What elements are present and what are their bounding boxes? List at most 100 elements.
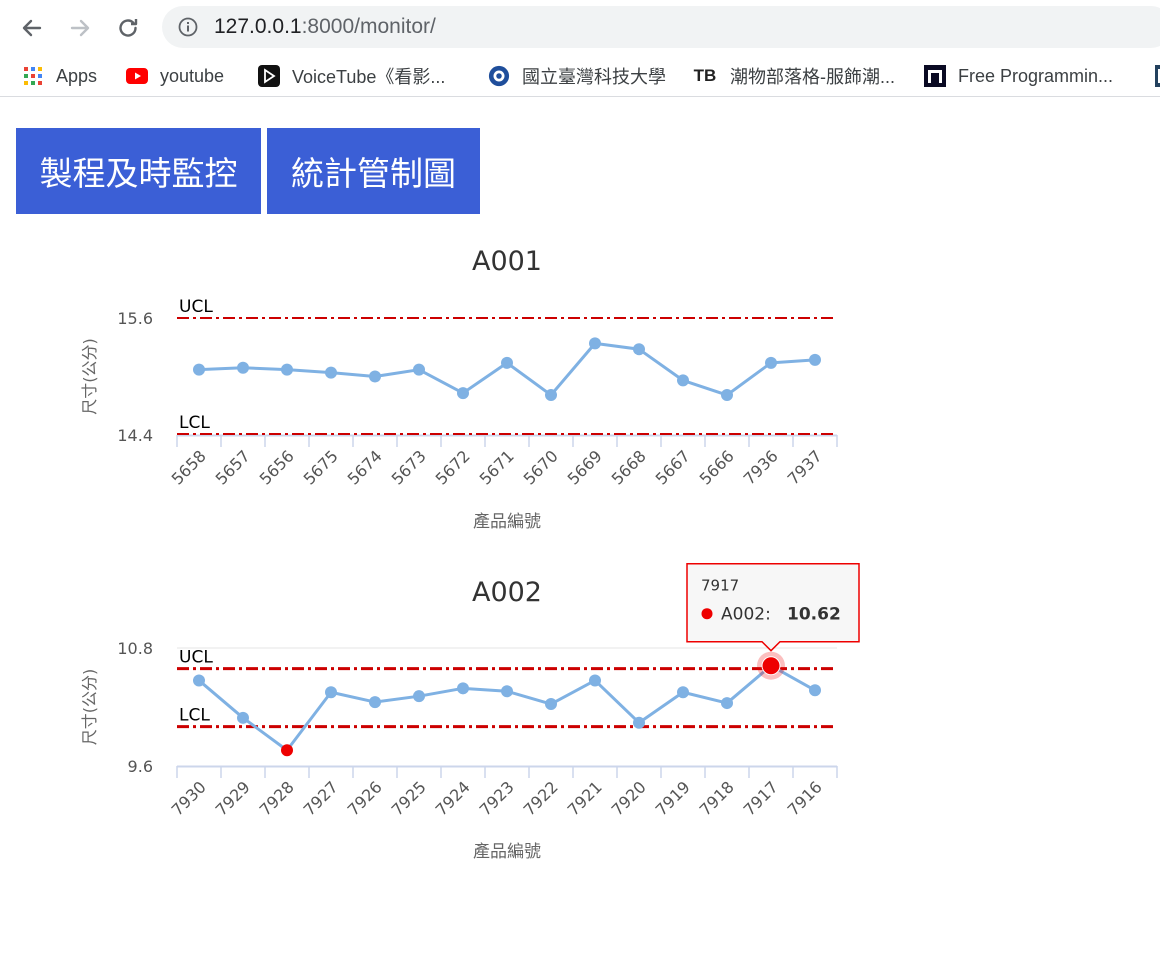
data-point[interactable] — [545, 389, 557, 402]
bookmark-youtube[interactable]: youtube — [126, 64, 224, 88]
data-point[interactable] — [369, 696, 381, 709]
url-text: 127.0.0.1:8000/monitor/ — [214, 15, 436, 39]
address-bar[interactable]: 127.0.0.1:8000/monitor/ — [162, 6, 1160, 48]
data-point[interactable] — [325, 686, 337, 699]
data-point[interactable] — [237, 361, 249, 374]
data-point[interactable] — [721, 697, 733, 710]
tooltip: 7917 A002: 10.62 — [686, 562, 860, 652]
bookmark-overflow[interactable] — [1150, 64, 1160, 88]
bookmark-ntust[interactable]: 國立臺灣科技大學 — [488, 64, 666, 88]
data-point[interactable] — [589, 674, 601, 687]
control-chart-a002: A00210.89.6尺寸(公分)7930 7929 7928 7927 7926 792… — [80, 562, 860, 862]
bookmark-label: 潮物部落格-服飾潮... — [730, 67, 895, 87]
x-tick-label: 5670 — [520, 446, 562, 488]
y-tick-label: 10.8 — [117, 639, 153, 658]
chart-title: A002 — [472, 577, 542, 608]
data-point[interactable] — [457, 387, 469, 400]
bookmark-voicetube[interactable]: VoiceTube《看影... — [258, 64, 445, 88]
data-point[interactable] — [545, 698, 557, 711]
bookmark-label: youtube — [160, 65, 225, 86]
x-tick-label: 5672 — [432, 446, 474, 488]
info-icon[interactable] — [178, 17, 198, 37]
data-point[interactable] — [501, 356, 513, 369]
data-point[interactable] — [677, 686, 689, 699]
reload-button[interactable] — [112, 12, 144, 44]
data-point[interactable] — [413, 363, 425, 376]
data-point[interactable] — [325, 366, 337, 379]
y-tick-label: 9.6 — [128, 757, 153, 776]
data-point[interactable] — [809, 684, 821, 697]
data-point[interactable] — [237, 711, 249, 724]
x-tick-label: 7928 — [256, 777, 298, 819]
freecodecamp-icon — [924, 65, 946, 87]
y-tick-label: 14.4 — [117, 426, 153, 445]
bookmark-label: Free Programmin... — [958, 65, 1114, 86]
x-tick-label: 7917 — [740, 777, 782, 819]
data-point[interactable] — [809, 353, 821, 366]
data-point[interactable] — [193, 363, 205, 376]
x-tick-label: 7937 — [784, 446, 826, 488]
forward-arrow-icon — [70, 19, 90, 37]
lcl-label: LCL — [179, 413, 210, 433]
x-tick-label: 7927 — [300, 777, 342, 819]
x-tick-label: 5656 — [256, 446, 298, 488]
data-point[interactable] — [677, 374, 689, 387]
tab-control-chart[interactable]: 統計管制圖 — [267, 128, 480, 214]
x-tick-label: 5669 — [564, 446, 606, 488]
control-chart-a001: A00115.614.4尺寸(公分)5658 5657 5656 5675 5674 56… — [80, 246, 838, 532]
y-tick-label: 15.6 — [117, 309, 153, 328]
data-point[interactable] — [633, 716, 645, 729]
y-axis-label: 尺寸(公分) — [80, 669, 99, 746]
bookmark-label: VoiceTube《看影... — [292, 67, 446, 87]
data-point[interactable] — [589, 337, 601, 350]
x-tick-label: 5666 — [696, 446, 738, 488]
youtube-icon — [126, 65, 148, 87]
ucl-label: UCL — [179, 297, 213, 317]
bookmark-tb[interactable]: TB 潮物部落格-服飾潮... — [692, 64, 895, 88]
data-point[interactable] — [501, 685, 513, 698]
x-tick-label: 5673 — [388, 446, 430, 488]
data-point[interactable] — [457, 682, 469, 695]
back-arrow-icon — [22, 19, 42, 37]
reload-icon — [119, 19, 138, 37]
data-point-hover[interactable] — [761, 656, 781, 676]
x-tick-label: 5657 — [212, 446, 254, 488]
x-tick-label: 5671 — [476, 446, 518, 488]
x-tick-label: 7916 — [784, 777, 826, 819]
data-point[interactable] — [369, 370, 381, 383]
tab-realtime-monitor[interactable]: 製程及時監控 — [16, 128, 261, 214]
x-tick-label: 7918 — [696, 777, 738, 819]
data-point-alarm[interactable] — [281, 744, 293, 757]
x-tick-label: 5674 — [344, 446, 386, 488]
bookmark-freecodecamp[interactable]: Free Programmin... — [924, 64, 1113, 88]
data-point[interactable] — [633, 343, 645, 356]
bookmarks-bar: Apps youtube VoiceTube《看影... 國立臺灣科技大學 TB… — [0, 56, 1160, 97]
x-tick-label: 5668 — [608, 446, 650, 488]
data-point[interactable] — [721, 389, 733, 402]
lcl-label: LCL — [179, 706, 210, 726]
forward-button[interactable] — [64, 12, 96, 44]
y-axis-label: 尺寸(公分) — [80, 338, 99, 415]
url-path: :8000/monitor/ — [301, 15, 436, 38]
x-axis-label: 產品編號 — [473, 842, 541, 862]
data-point[interactable] — [413, 690, 425, 703]
bookmark-partial-icon — [1150, 65, 1160, 87]
data-point[interactable] — [765, 356, 777, 369]
x-tick-label: 5658 — [168, 446, 210, 488]
data-point[interactable] — [281, 363, 293, 376]
x-tick-label: 7930 — [168, 777, 210, 819]
apps-grid-icon — [22, 65, 44, 87]
x-tick-label: 7922 — [520, 777, 562, 819]
bookmark-apps[interactable]: Apps — [22, 64, 97, 88]
chart-title: A001 — [472, 246, 542, 277]
data-point[interactable] — [193, 674, 205, 687]
browser-toolbar: 127.0.0.1:8000/monitor/ — [0, 0, 1160, 56]
x-tick-label: 7929 — [212, 777, 254, 819]
x-tick-label: 5667 — [652, 446, 694, 488]
tooltip-category: 7917 — [701, 577, 739, 595]
back-button[interactable] — [16, 12, 48, 44]
tooltip-series-name: A002: — [721, 605, 771, 625]
tb-icon: TB — [693, 66, 717, 85]
x-tick-label: 7936 — [740, 446, 782, 488]
tooltip-series-dot — [701, 608, 713, 620]
